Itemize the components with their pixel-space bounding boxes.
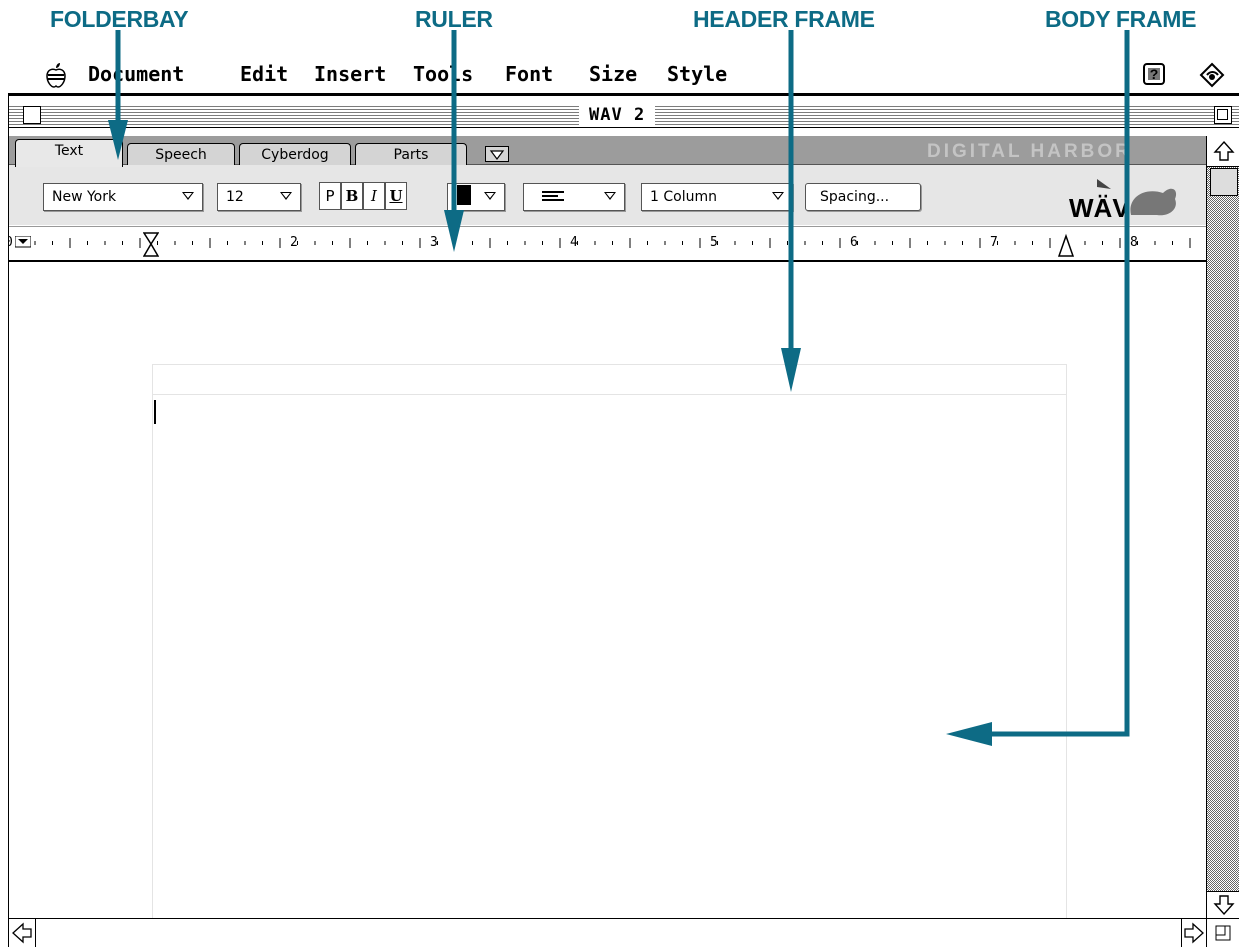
ruler-number: 5 bbox=[710, 235, 718, 250]
horizontal-scrollbar[interactable] bbox=[9, 918, 1206, 947]
resize-icon bbox=[1215, 925, 1231, 941]
tab-parts[interactable]: Parts bbox=[355, 143, 467, 166]
vertical-scrollbar[interactable] bbox=[1206, 136, 1239, 918]
ruler-number: 4 bbox=[570, 235, 578, 250]
font-value: New York bbox=[52, 189, 117, 205]
arrow-up-icon bbox=[1213, 140, 1235, 161]
italic-button[interactable]: I bbox=[363, 182, 385, 210]
ruler[interactable]: 0 2 3 4 5 6 7 8 bbox=[9, 226, 1206, 262]
ruler-ticks bbox=[34, 238, 1191, 248]
text-toolbar: New York 12 P B I U 1 Column Spacing... … bbox=[9, 165, 1206, 225]
scroll-thumb[interactable] bbox=[1210, 168, 1238, 196]
brand-label: DIGITAL HARBOR bbox=[927, 141, 1132, 162]
arrow-right-icon bbox=[1184, 922, 1204, 944]
callout-header-frame: HEADER FRAME bbox=[693, 6, 875, 32]
font-popup[interactable]: New York bbox=[43, 183, 203, 211]
tab-cyberdog[interactable]: Cyberdog bbox=[239, 143, 351, 166]
document-area[interactable] bbox=[9, 262, 1206, 925]
bold-button[interactable]: B bbox=[341, 182, 363, 210]
align-left-icon bbox=[542, 191, 564, 201]
body-frame[interactable] bbox=[152, 394, 1067, 925]
size-value: 12 bbox=[226, 189, 244, 205]
window-title: WAV 2 bbox=[579, 104, 656, 126]
menu-insert[interactable]: Insert bbox=[314, 62, 386, 86]
scroll-right-button[interactable] bbox=[1181, 919, 1206, 947]
plain-button[interactable]: P bbox=[319, 182, 341, 210]
menu-font[interactable]: Font bbox=[505, 62, 553, 86]
help-icon[interactable]: ? bbox=[1141, 61, 1167, 87]
ruler-menu-icon[interactable] bbox=[15, 236, 31, 248]
application-menu-icon[interactable] bbox=[1198, 61, 1226, 89]
menu-edit[interactable]: Edit bbox=[240, 62, 288, 86]
callout-folderbay: FOLDERBAY bbox=[50, 6, 189, 32]
callout-body-frame: BODY FRAME bbox=[1045, 6, 1197, 32]
ruler-number: 6 bbox=[850, 235, 858, 250]
document-window: WAV 2 Text Speech Cyberdog Parts DIGITAL… bbox=[8, 95, 1239, 947]
ruler-number: 8 bbox=[1130, 235, 1138, 250]
logo-text: WÄV bbox=[1069, 193, 1130, 221]
menu-tools[interactable]: Tools bbox=[413, 62, 473, 86]
scroll-up-button[interactable] bbox=[1207, 136, 1239, 167]
close-box[interactable] bbox=[23, 106, 41, 124]
arrow-down-icon bbox=[1213, 895, 1235, 916]
columns-popup[interactable]: 1 Column bbox=[641, 183, 793, 211]
spacing-label: Spacing... bbox=[820, 189, 890, 205]
grow-box[interactable] bbox=[1206, 918, 1239, 947]
menu-document[interactable]: Document bbox=[88, 62, 184, 86]
svg-text:?: ? bbox=[1150, 66, 1159, 82]
left-indent-marker[interactable] bbox=[143, 232, 159, 258]
columns-value: 1 Column bbox=[650, 189, 717, 205]
folderbay: Text Speech Cyberdog Parts DIGITAL HARBO… bbox=[9, 136, 1206, 167]
scroll-left-button[interactable] bbox=[9, 919, 36, 947]
arrow-left-icon bbox=[12, 922, 32, 944]
callout-ruler: RULER bbox=[415, 6, 493, 32]
size-popup[interactable]: 12 bbox=[217, 183, 301, 211]
color-popup[interactable] bbox=[447, 183, 505, 211]
tab-menu-button[interactable] bbox=[485, 146, 509, 162]
scroll-down-button[interactable] bbox=[1207, 891, 1239, 918]
ruler-number: 7 bbox=[990, 235, 998, 250]
menu-style[interactable]: Style bbox=[667, 62, 727, 86]
wav-logo: WÄV bbox=[1069, 179, 1177, 221]
tab-speech[interactable]: Speech bbox=[127, 143, 235, 166]
spacing-button[interactable]: Spacing... bbox=[805, 183, 921, 211]
menu-bar: Document Edit Insert Tools Font Size Sty… bbox=[8, 57, 1239, 95]
ruler-number: 3 bbox=[430, 235, 438, 250]
underline-button[interactable]: U bbox=[385, 182, 407, 210]
alignment-popup[interactable] bbox=[523, 183, 625, 211]
text-cursor bbox=[154, 400, 156, 424]
color-swatch bbox=[457, 185, 471, 205]
right-indent-marker[interactable] bbox=[1058, 232, 1074, 258]
ruler-number: 2 bbox=[290, 235, 298, 250]
menu-size[interactable]: Size bbox=[589, 62, 637, 86]
header-frame[interactable] bbox=[152, 364, 1067, 395]
tab-text[interactable]: Text bbox=[15, 139, 123, 167]
chevron-down-icon bbox=[489, 150, 505, 160]
ruler-number: 0 bbox=[9, 235, 13, 250]
title-bar[interactable]: WAV 2 bbox=[9, 104, 1239, 128]
zoom-box[interactable] bbox=[1214, 106, 1232, 124]
apple-menu-icon[interactable] bbox=[45, 62, 67, 88]
